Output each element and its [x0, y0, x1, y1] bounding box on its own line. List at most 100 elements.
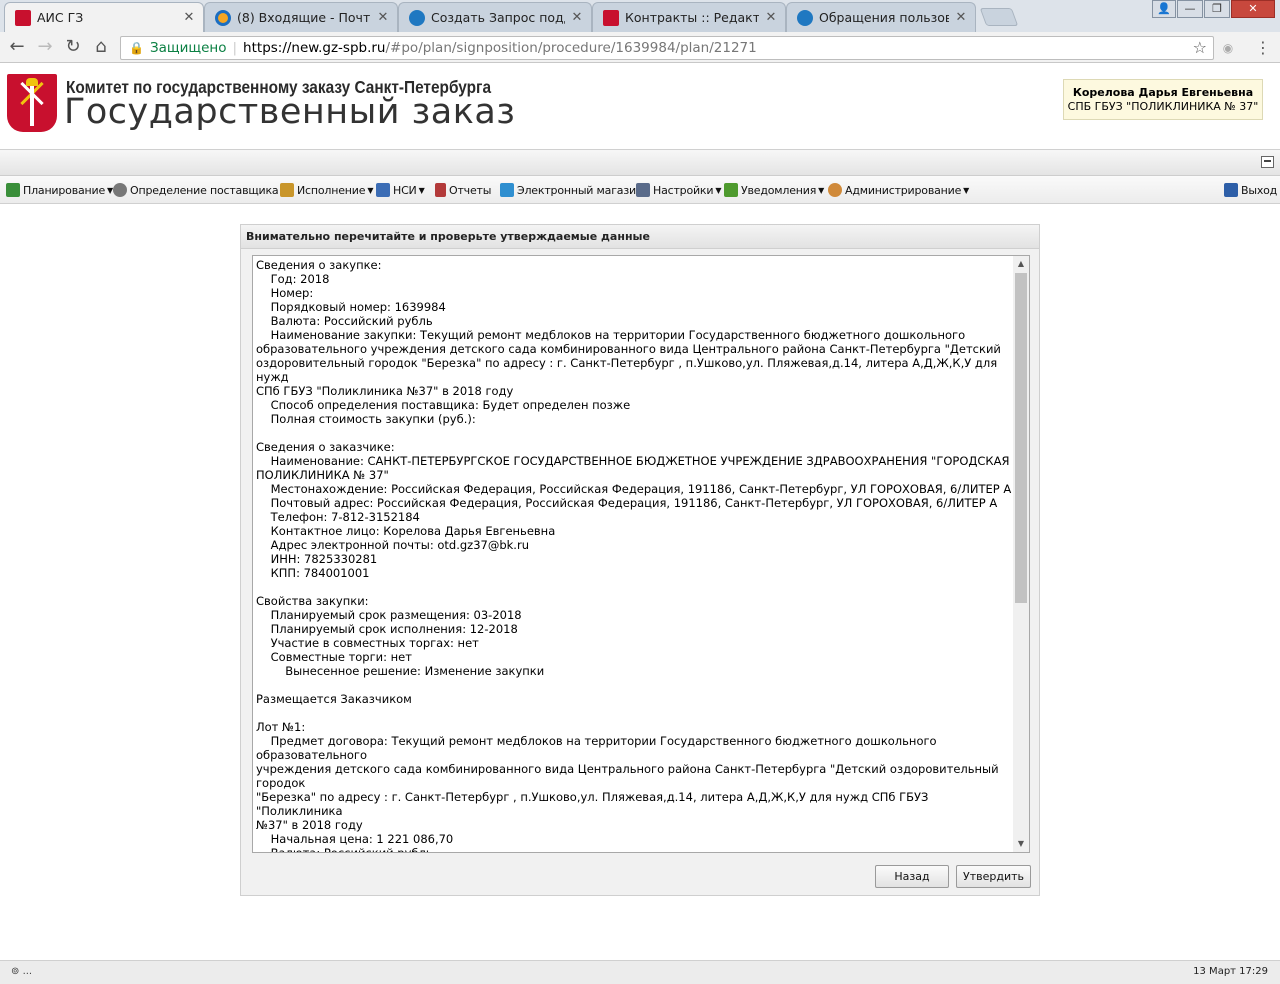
site-title: Государственный заказ	[64, 92, 516, 132]
review-line: Планируемый срок исполнения: 12-2018	[256, 622, 518, 636]
review-line: Наименование: САНКТ-ПЕТЕРБУРГСКОЕ ГОСУДА…	[256, 454, 1010, 468]
approve-button[interactable]: Утвердить	[956, 865, 1031, 888]
window-close-icon[interactable]: ✕	[1231, 0, 1275, 18]
new-tab-button[interactable]	[979, 8, 1019, 26]
tab-support-request[interactable]: Создать Запрос поддержки ✕	[398, 2, 592, 32]
review-line: СПб ГБУЗ "Поликлиника №37" в 2018 году	[256, 384, 514, 398]
secure-label: Защищено	[149, 40, 227, 56]
scroll-up-icon[interactable]: ▲	[1013, 256, 1029, 272]
user-name: Корелова Дарья Евгеньевна	[1072, 86, 1254, 99]
review-line: Телефон: 7-812-3152184	[256, 510, 420, 524]
tab-ais-gz[interactable]: АИС ГЗ ✕	[4, 2, 204, 32]
dialog-title: Внимательно перечитайте и проверьте утве…	[241, 225, 1039, 249]
caret-down-icon: ▼	[963, 185, 970, 195]
back-arrow-icon[interactable]: ←	[6, 37, 28, 59]
menu-nsi[interactable]: НСИ ▼	[376, 182, 425, 198]
close-icon[interactable]: ✕	[955, 10, 967, 25]
window-controls: 👤 — ❐ ✕	[1151, 0, 1275, 18]
review-line	[256, 580, 1012, 594]
review-line: учреждения детского сада комбинированног…	[256, 762, 1003, 790]
book-icon	[376, 183, 390, 197]
review-line: Валюта: Российский рубль	[256, 846, 433, 853]
tab-contracts[interactable]: Контракты :: Редактирование ✕	[592, 2, 786, 32]
crest-favicon-icon	[603, 9, 619, 26]
loading-icon: ⊚	[11, 966, 20, 977]
help-favicon-icon	[797, 9, 813, 26]
back-button[interactable]: Назад	[875, 865, 949, 888]
exit-door-icon	[1224, 183, 1238, 197]
minimize-icon[interactable]: —	[1177, 0, 1203, 18]
review-line: Почтовый адрес: Российская Федерация, Ро…	[256, 496, 998, 510]
url-separator: |	[232, 40, 238, 56]
execution-icon	[280, 183, 294, 197]
reload-icon[interactable]: ↻	[62, 37, 84, 59]
caret-down-icon: ▼	[818, 185, 825, 195]
review-line: Местонахождение: Российская Федерация, Р…	[256, 482, 1012, 496]
home-icon[interactable]: ⌂	[90, 37, 112, 59]
tab-mail[interactable]: (8) Входящие - Почта Mail.Ru ✕	[204, 2, 398, 32]
browser-menu-icon[interactable]: ⋮	[1255, 38, 1271, 57]
review-line: Свойства закупки:	[256, 594, 369, 608]
menu-reports[interactable]: Отчеты	[435, 182, 491, 198]
close-icon[interactable]: ✕	[571, 10, 583, 25]
planning-icon	[6, 183, 20, 197]
caret-down-icon: ▼	[715, 185, 722, 195]
maximize-icon[interactable]: ❐	[1204, 0, 1230, 18]
review-line	[256, 426, 1012, 440]
main-menu: Планирование▼ Определение поставщика▼ Ис…	[0, 176, 1280, 204]
close-icon[interactable]: ✕	[183, 10, 195, 25]
menu-execution[interactable]: Исполнение ▼	[280, 182, 373, 198]
review-line: Порядковый номер: 1639984	[256, 300, 446, 314]
exit-button[interactable]: Выход	[1224, 182, 1277, 198]
tab-user-requests[interactable]: Обращения пользователей ✕	[786, 2, 976, 32]
menu-administration[interactable]: Администрирование ▼	[828, 182, 969, 198]
status-datetime: 13 Март 17:29	[1193, 966, 1268, 977]
review-line: ИНН: 7825330281	[256, 552, 378, 566]
url-host: https://new.gz-spb.ru	[243, 40, 386, 56]
review-line: Номер:	[256, 286, 314, 300]
review-line: "Березка" по адресу : г. Санкт-Петербург…	[256, 790, 933, 818]
menu-planning[interactable]: Планирование ▼	[6, 182, 113, 198]
review-line: Планируемый срок размещения: 03-2018	[256, 608, 522, 622]
review-line: Лот №1:	[256, 720, 306, 734]
caret-down-icon: ▼	[418, 185, 425, 195]
user-icon	[828, 183, 842, 197]
cart-icon	[500, 183, 514, 197]
review-line: Участие в совместных торгах: нет	[256, 636, 479, 650]
menu-e-shop[interactable]: Электронный магазин	[500, 182, 643, 198]
review-line	[256, 678, 1012, 692]
collapse-header-icon[interactable]	[1261, 156, 1274, 168]
menu-supplier[interactable]: Определение поставщика▼	[113, 182, 287, 198]
extension-icon[interactable]: ◉	[1220, 41, 1236, 57]
review-line: Год: 2018	[256, 272, 330, 286]
review-line	[256, 706, 1012, 720]
url-path: /#po/plan/signposition/procedure/1639984…	[385, 40, 757, 56]
notification-icon	[724, 183, 738, 197]
browser-toolbar: ← → ↻ ⌂ 🔒 Защищено | https://new.gz-spb.…	[0, 32, 1280, 63]
help-favicon-icon	[409, 9, 425, 26]
review-line: Предмет договора: Текущий ремонт медблок…	[256, 734, 941, 762]
bookmark-star-icon[interactable]: ☆	[1193, 38, 1207, 57]
review-line: оздоровительный городок "Березка" по адр…	[256, 356, 1001, 384]
menu-settings[interactable]: Настройки ▼	[636, 182, 721, 198]
menu-notifications[interactable]: Уведомления ▼	[724, 182, 824, 198]
review-line: №37" в 2018 году	[256, 818, 363, 832]
scroll-down-icon[interactable]: ▼	[1013, 836, 1029, 852]
review-line: Способ определения поставщика: Будет опр…	[256, 398, 631, 412]
review-line: Размещается Заказчиком	[256, 692, 412, 706]
profile-icon[interactable]: 👤	[1152, 0, 1176, 18]
review-line: Совместные торги: нет	[256, 650, 412, 664]
address-bar[interactable]: 🔒 Защищено | https://new.gz-spb.ru/#po/p…	[120, 36, 1214, 60]
close-icon[interactable]: ✕	[765, 10, 777, 25]
close-icon[interactable]: ✕	[377, 10, 389, 25]
header-strip	[0, 149, 1280, 176]
review-line: образовательного учреждения детского сад…	[256, 342, 1001, 356]
gears-icon	[113, 183, 127, 197]
scrollbar[interactable]: ▲ ▼	[1013, 256, 1029, 852]
forward-arrow-icon[interactable]: →	[34, 37, 56, 59]
user-info-box: Корелова Дарья Евгеньевна СПБ ГБУЗ "ПОЛИ…	[1063, 79, 1263, 120]
review-line: ПОЛИКЛИНИКА № 37"	[256, 468, 389, 482]
review-text-area[interactable]: Сведения о закупке: Год: 2018 Номер: Пор…	[252, 255, 1030, 853]
spb-crest-logo	[7, 74, 57, 132]
scrollbar-thumb[interactable]	[1015, 273, 1027, 603]
